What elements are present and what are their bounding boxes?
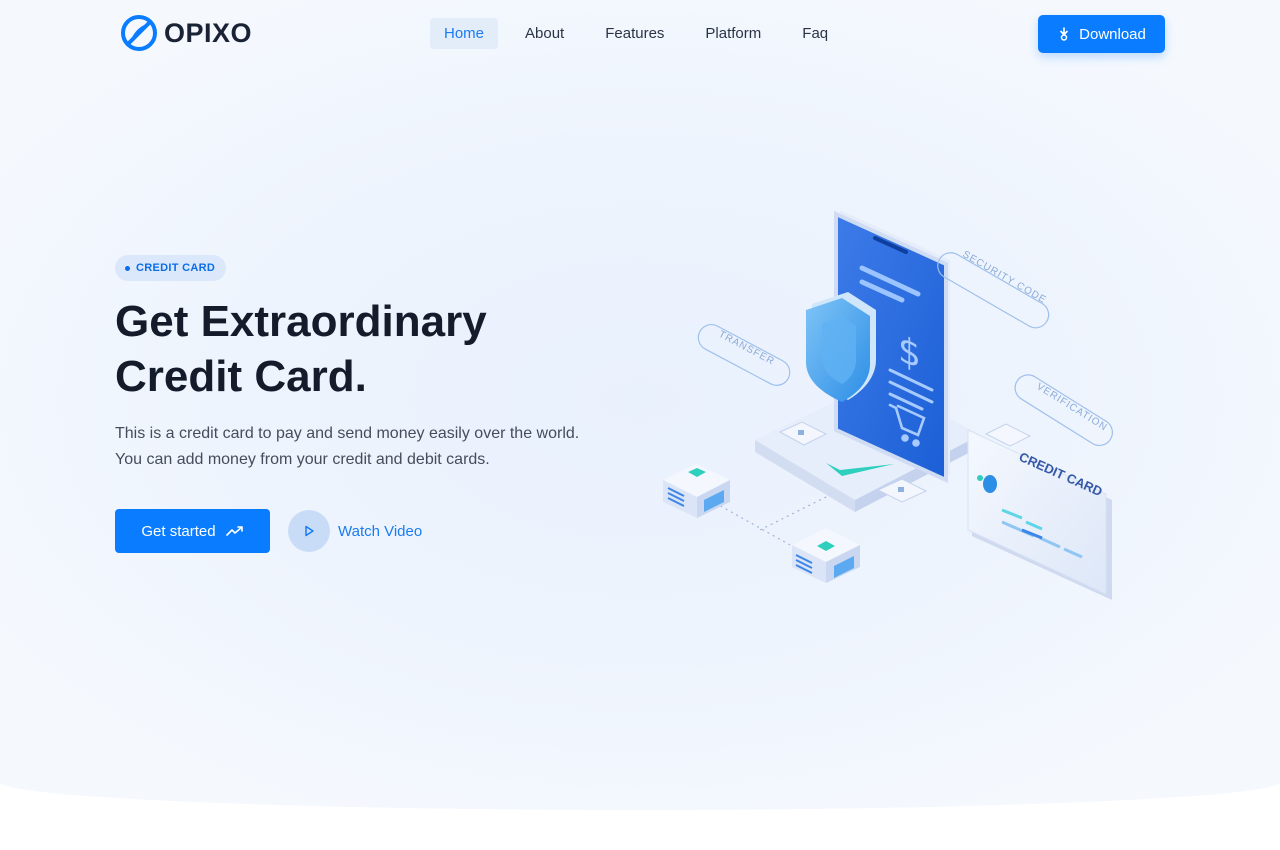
tag-security-code: SECURITY CODE xyxy=(937,249,1050,329)
currency-symbol: $ xyxy=(898,326,921,377)
headline-line-1: Get Extraordinary xyxy=(115,297,487,346)
cube-left xyxy=(663,464,730,518)
get-started-label: Get started xyxy=(141,522,216,540)
tag-transfer: TRANSFER xyxy=(697,323,791,386)
trending-up-icon xyxy=(225,526,243,536)
download-button[interactable]: Download xyxy=(1038,15,1165,53)
brand-logo[interactable]: OPIXO xyxy=(120,14,252,52)
transfer-label: TRANSFER xyxy=(717,329,777,368)
hero-headline: Get Extraordinary Credit Card. xyxy=(115,294,635,404)
download-label: Download xyxy=(1079,25,1146,43)
nav-item-faq[interactable]: Faq xyxy=(788,18,842,49)
navbar: OPIXO Home About Features Platform Faq D… xyxy=(0,0,1280,66)
nav-item-platform[interactable]: Platform xyxy=(691,18,775,49)
watch-video-link[interactable]: Watch Video xyxy=(288,510,422,552)
headline-line-2: Credit Card. xyxy=(115,352,367,401)
shield-icon xyxy=(806,292,876,402)
credit-card: CREDIT CARD xyxy=(967,429,1112,600)
nav-item-features[interactable]: Features xyxy=(591,18,678,49)
get-started-button[interactable]: Get started xyxy=(115,509,270,553)
category-badge: CREDIT CARD xyxy=(115,255,227,281)
badge-label: CREDIT CARD xyxy=(136,262,216,274)
verification-label: VERIFICATION xyxy=(1034,381,1109,433)
description-line-1: This is a credit card to pay and send mo… xyxy=(115,425,580,442)
download-icon xyxy=(1060,27,1068,41)
watch-video-label: Watch Video xyxy=(338,522,423,540)
description-line-2: You can add money from your credit and d… xyxy=(115,451,490,468)
main-menu: Home About Features Platform Faq xyxy=(430,18,855,49)
play-icon xyxy=(305,525,314,537)
security-code-label: SECURITY CODE xyxy=(961,249,1049,306)
credit-card-illustration: $ CREDIT CARD SECURITY CODE TRANSFER VER… xyxy=(663,210,1113,600)
play-button[interactable] xyxy=(288,510,330,552)
brand-name: OPIXO xyxy=(164,17,253,48)
badge-dot-icon xyxy=(125,265,130,271)
hero-description: This is a credit card to pay and send mo… xyxy=(115,421,655,473)
nav-item-about[interactable]: About xyxy=(511,18,578,49)
cube-bottom xyxy=(792,528,860,583)
logo-icon xyxy=(121,15,157,51)
nav-item-home[interactable]: Home xyxy=(430,18,499,49)
